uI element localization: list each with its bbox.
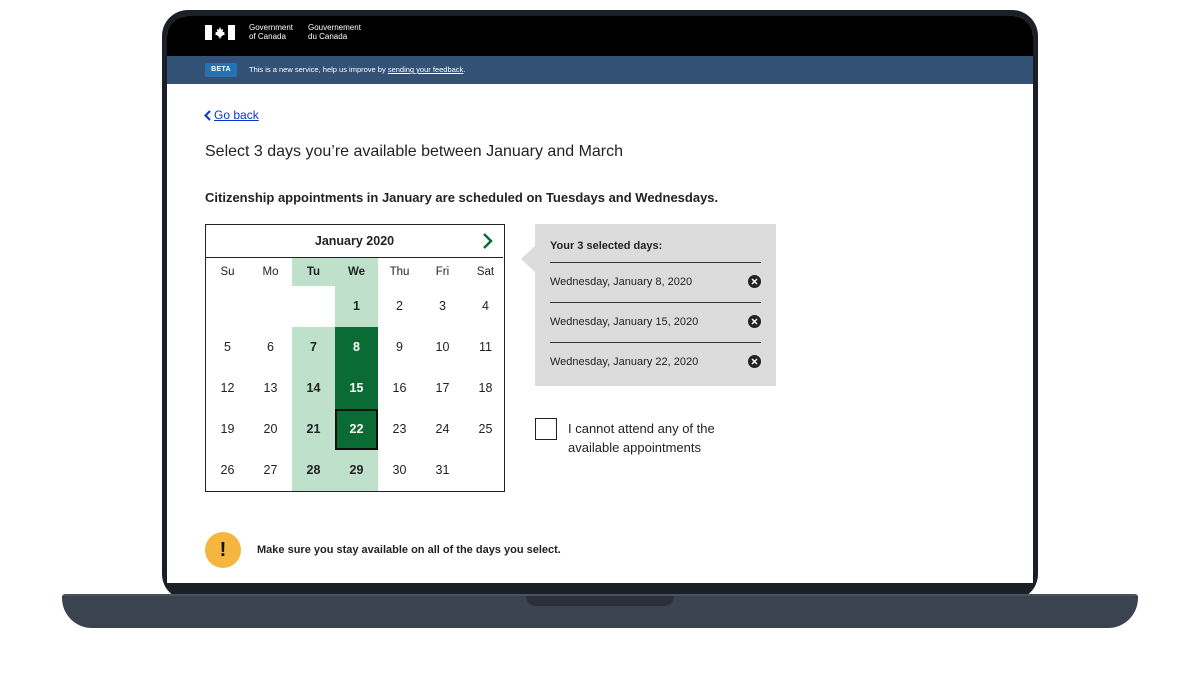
calendar-day-12: 12 bbox=[220, 381, 235, 395]
go-back-label: Go back bbox=[214, 108, 259, 122]
calendar-day-16: 16 bbox=[392, 381, 407, 395]
screen: Government of Canada Gouvernement du Can… bbox=[167, 16, 1033, 583]
weekday-header-su: Su bbox=[220, 266, 235, 278]
calendar-day-22[interactable]: 22 bbox=[335, 409, 378, 450]
selected-day-label: Wednesday, January 8, 2020 bbox=[550, 276, 693, 288]
warning-icon: ! bbox=[205, 532, 241, 568]
panel-pointer bbox=[521, 246, 535, 272]
gov-header: Government of Canada Gouvernement du Can… bbox=[167, 16, 1033, 56]
calendar-day-24: 24 bbox=[435, 422, 450, 436]
weekday-header-we: We bbox=[335, 258, 378, 286]
calendar-day-26: 26 bbox=[220, 463, 235, 477]
calendar-day-19: 19 bbox=[220, 422, 235, 436]
remove-day-icon[interactable] bbox=[748, 355, 761, 368]
selected-day-row: Wednesday, January 15, 2020 bbox=[550, 302, 761, 342]
remove-day-icon[interactable] bbox=[748, 275, 761, 288]
gov-wordmark-fr: Gouvernement du Canada bbox=[308, 23, 361, 41]
calendar: January 2020 Su Mo Tu We Thu Fri Sat 1 2 3 4 5 6 7 8 9 1… bbox=[205, 224, 505, 492]
cannot-attend-checkbox[interactable] bbox=[535, 418, 557, 440]
weekday-header-fri: Fri bbox=[435, 266, 450, 278]
calendar-day-23: 23 bbox=[392, 422, 407, 436]
selected-day-label: Wednesday, January 15, 2020 bbox=[550, 316, 699, 328]
weekday-header-mo: Mo bbox=[262, 266, 279, 278]
calendar-day-10: 10 bbox=[435, 340, 450, 354]
chevron-left-icon bbox=[204, 109, 211, 121]
calendar-month-label: January 2020 bbox=[314, 234, 395, 248]
calendar-day-20: 20 bbox=[263, 422, 278, 436]
calendar-day-8[interactable]: 8 bbox=[335, 327, 378, 368]
beta-message: This is a new service, help us improve b… bbox=[249, 65, 465, 75]
calendar-day-28[interactable]: 28 bbox=[292, 450, 335, 491]
main-content: Go back Select 3 days you’re available b… bbox=[167, 84, 1033, 583]
calendar-day-17: 17 bbox=[435, 381, 450, 395]
beta-badge: BETA bbox=[205, 63, 237, 77]
go-back-link[interactable]: Go back bbox=[204, 108, 259, 122]
beta-message-suffix: . bbox=[463, 65, 466, 74]
remove-day-icon[interactable] bbox=[748, 315, 761, 328]
selected-days-panel: Your 3 selected days: Wednesday, January… bbox=[521, 224, 776, 386]
gov-en-line2: of Canada bbox=[249, 31, 286, 41]
calendar-day-14[interactable]: 14 bbox=[292, 368, 335, 409]
schedule-subheading: Citizenship appointments in January are … bbox=[205, 190, 719, 205]
calendar-day-21[interactable]: 21 bbox=[292, 409, 335, 450]
beta-bar: BETA This is a new service, help us impr… bbox=[167, 56, 1033, 84]
calendar-header: January 2020 bbox=[206, 225, 503, 258]
calendar-day-3: 3 bbox=[439, 299, 446, 313]
calendar-day-27: 27 bbox=[263, 463, 278, 477]
calendar-day-25: 25 bbox=[478, 422, 493, 436]
selected-days-title: Your 3 selected days: bbox=[550, 240, 663, 252]
calendar-day-29[interactable]: 29 bbox=[335, 450, 378, 491]
calendar-day-9: 9 bbox=[396, 340, 403, 354]
gov-wordmark-en: Government of Canada bbox=[249, 23, 293, 41]
calendar-day-5: 5 bbox=[224, 340, 231, 354]
cannot-attend-label[interactable]: I cannot attend any of the available app… bbox=[568, 419, 768, 457]
gov-fr-line2: du Canada bbox=[308, 31, 348, 41]
calendar-day-11: 11 bbox=[479, 340, 492, 354]
next-month-chevron-icon[interactable] bbox=[479, 232, 495, 250]
calendar-day-15[interactable]: 15 bbox=[335, 368, 378, 409]
laptop-notch bbox=[526, 596, 674, 606]
calendar-day-7[interactable]: 7 bbox=[292, 327, 335, 368]
selected-day-row: Wednesday, January 22, 2020 bbox=[550, 342, 761, 382]
calendar-day-13: 13 bbox=[263, 381, 278, 395]
warning-text: Make sure you stay available on all of t… bbox=[257, 544, 561, 556]
page-title: Select 3 days you’re available between J… bbox=[205, 143, 624, 160]
calendar-day-4: 4 bbox=[482, 299, 489, 313]
calendar-day-6: 6 bbox=[267, 340, 274, 354]
weekday-header-sat: Sat bbox=[476, 266, 495, 278]
selected-day-row: Wednesday, January 8, 2020 bbox=[550, 262, 761, 302]
feedback-link[interactable]: sending your feedback bbox=[388, 65, 463, 74]
calendar-day-31: 31 bbox=[435, 463, 450, 477]
calendar-day-18: 18 bbox=[478, 381, 493, 395]
canada-flag-icon bbox=[205, 25, 235, 40]
weekday-header-thu: Thu bbox=[389, 266, 410, 278]
calendar-day-2: 2 bbox=[396, 299, 403, 313]
calendar-day-30: 30 bbox=[392, 463, 407, 477]
selected-day-label: Wednesday, January 22, 2020 bbox=[550, 356, 699, 368]
weekday-header-tu: Tu bbox=[292, 258, 335, 286]
beta-message-text: This is a new service, help us improve b… bbox=[249, 65, 388, 74]
calendar-day-1[interactable]: 1 bbox=[335, 286, 378, 327]
